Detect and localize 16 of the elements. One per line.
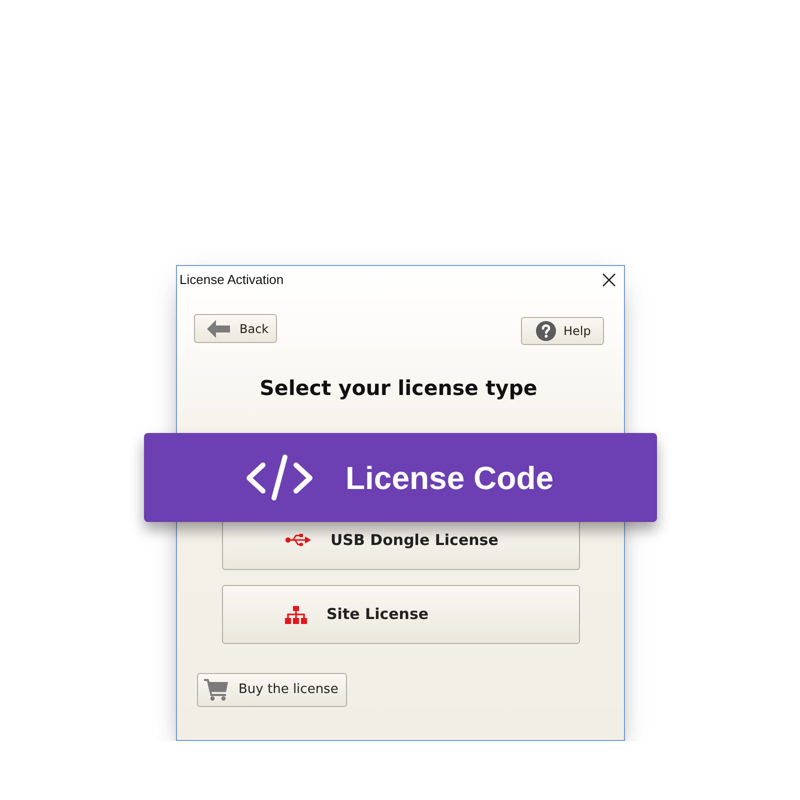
- site-license-option-button[interactable]: Site License: [222, 585, 580, 644]
- close-icon: [602, 273, 616, 287]
- back-button[interactable]: Back: [194, 314, 276, 343]
- code-icon: [246, 454, 314, 501]
- help-icon: [536, 321, 556, 341]
- usb-icon: [284, 533, 310, 547]
- network-hierarchy-icon: [284, 606, 306, 624]
- usb-dongle-option-button[interactable]: USB Dongle License: [222, 522, 580, 570]
- buy-license-button[interactable]: Buy the license: [196, 673, 348, 707]
- dialog-heading: Select your license type: [258, 375, 538, 402]
- close-button[interactable]: [602, 273, 616, 287]
- cart-icon: [204, 679, 228, 701]
- banner-label: License Code: [345, 462, 554, 494]
- help-button[interactable]: Help: [520, 317, 604, 345]
- back-arrow-icon: [206, 320, 230, 338]
- window-title: License Activation: [180, 271, 284, 290]
